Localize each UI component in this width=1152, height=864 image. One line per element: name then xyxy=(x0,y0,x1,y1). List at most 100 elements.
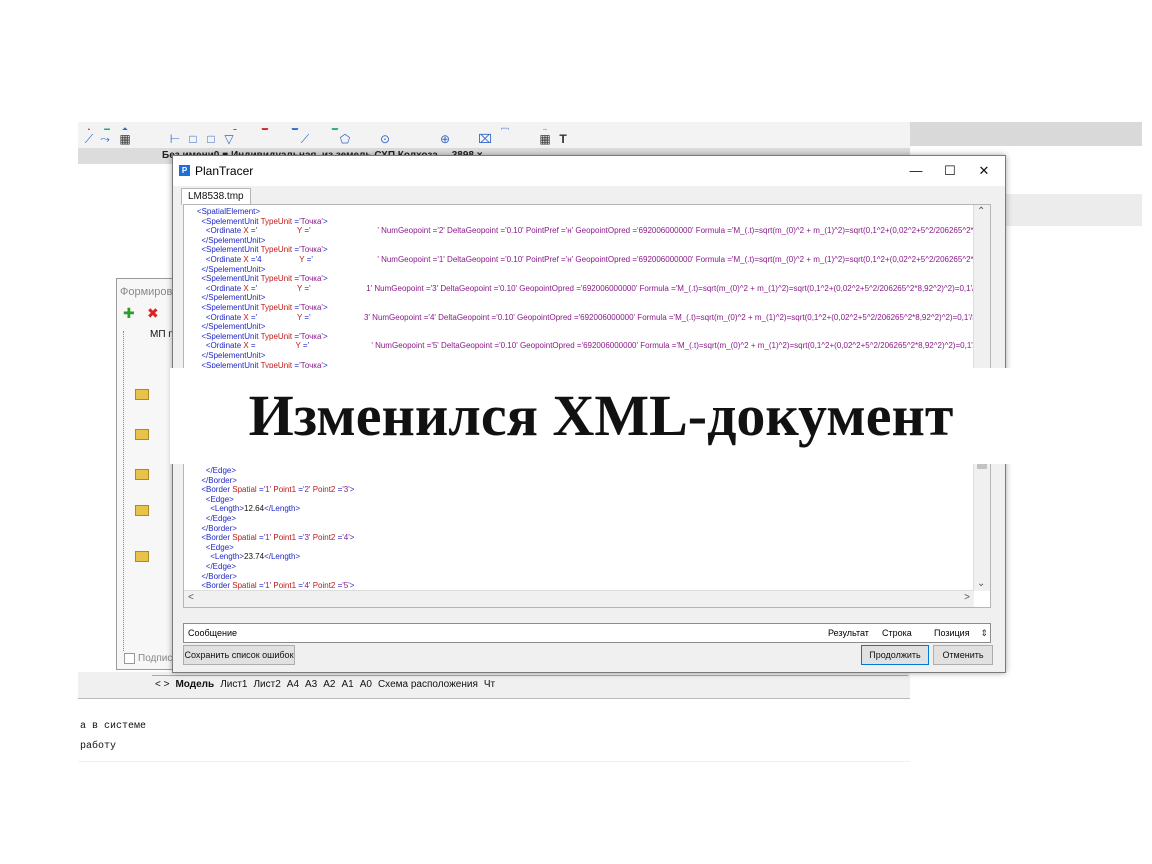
xml-token: =' xyxy=(302,226,378,236)
tab-sheet1[interactable]: Лист1 xyxy=(217,676,250,694)
checkbox-box[interactable] xyxy=(124,653,135,664)
messages-scroll-icon[interactable]: ⇕ xyxy=(980,624,988,642)
tab-layout-scheme[interactable]: Схема расположения xyxy=(375,676,481,694)
scroll-left-icon[interactable]: < xyxy=(188,593,194,603)
xml-indent xyxy=(188,217,201,226)
delete-icon[interactable]: ✖ xyxy=(147,305,159,322)
tab-truncated[interactable]: Чт xyxy=(481,676,498,694)
xml-indent xyxy=(188,572,201,581)
xml-token: ' NumGeopoint ='2' DeltaGeopoint ='0.10'… xyxy=(377,226,978,236)
continue-button[interactable]: Продолжить xyxy=(861,645,929,665)
xml-token: > xyxy=(322,274,328,284)
col-position[interactable]: Позиция xyxy=(934,624,970,642)
xml-indent xyxy=(188,485,201,494)
scroll-right-icon[interactable]: > xyxy=(964,593,970,603)
minimize-button[interactable]: — xyxy=(901,160,931,182)
xml-token: </Edge> xyxy=(205,561,237,571)
folder-icon[interactable] xyxy=(135,429,149,440)
tool-icon[interactable]: ⊕ xyxy=(438,132,452,146)
tab-a1[interactable]: A1 xyxy=(338,676,356,694)
maximize-button[interactable]: ☐ xyxy=(935,160,965,182)
xml-token: =' xyxy=(300,341,372,351)
xml-token: ' NumGeopoint ='1' DeltaGeopoint ='0.10'… xyxy=(377,254,978,264)
add-icon[interactable]: ✚ xyxy=(123,305,135,322)
tab-a2[interactable]: A2 xyxy=(320,676,338,694)
tool-icon[interactable]: ▦ xyxy=(538,132,552,146)
tab-model[interactable]: Модель xyxy=(172,676,217,694)
tab-a0[interactable]: A0 xyxy=(357,676,375,694)
command-line[interactable]: а в системе работу xyxy=(78,698,910,761)
cancel-button[interactable]: Отменить xyxy=(933,645,993,665)
xml-token: </Border> xyxy=(201,523,237,533)
tab-a3[interactable]: A3 xyxy=(302,676,320,694)
window-title: PlanTracer xyxy=(195,164,254,178)
xml-token: Spatial xyxy=(232,533,257,543)
xml-token: 'Точка' xyxy=(299,331,323,341)
xml-indent xyxy=(188,207,197,216)
xml-line: <Ordinate X =' Y =' ' NumGeopoint ='2' D… xyxy=(188,226,978,236)
tab-file[interactable]: LM8538.tmp xyxy=(181,188,251,205)
tool-icon[interactable]: □ xyxy=(204,132,218,146)
xml-indent xyxy=(188,236,201,245)
xml-token: Point2 xyxy=(310,533,336,543)
folder-icon[interactable] xyxy=(135,505,149,516)
xml-token: TypeUnit xyxy=(260,274,293,284)
tool-icon[interactable]: ▽ xyxy=(222,132,236,146)
folder-icon[interactable] xyxy=(135,389,149,400)
xml-indent xyxy=(188,313,206,322)
xml-token: <Length> xyxy=(210,504,245,514)
scroll-down-icon[interactable]: ⌄ xyxy=(977,579,985,589)
save-errors-button[interactable]: Сохранить список ошибок xyxy=(183,645,295,665)
xml-token: '4' xyxy=(342,533,350,543)
tabs-nav-arrows[interactable]: < > xyxy=(152,676,172,694)
xml-token: = xyxy=(296,485,303,495)
xml-line: </SpelementUnit> xyxy=(188,265,978,275)
xml-token: <Border xyxy=(201,581,233,591)
xml-token: > xyxy=(322,216,328,226)
grid-tool-icon[interactable]: ▦ xyxy=(118,132,132,146)
xml-token: ='4 xyxy=(248,254,300,264)
xml-token: > xyxy=(322,331,328,341)
tool-icon[interactable]: ⊙ xyxy=(378,132,392,146)
folder-icon[interactable] xyxy=(135,551,149,562)
tool-icon[interactable]: ⌧ xyxy=(478,132,492,146)
xml-token: Point2 xyxy=(310,581,336,591)
xml-token: </SpelementUnit> xyxy=(201,235,266,245)
tab-a4[interactable]: A4 xyxy=(284,676,302,694)
col-line[interactable]: Строка xyxy=(882,624,912,642)
col-message[interactable]: Сообщение xyxy=(188,624,237,642)
xml-token: <SpelementUnit xyxy=(201,331,261,341)
xml-indent xyxy=(188,332,201,341)
tool-icon[interactable]: ⊢ xyxy=(168,132,182,146)
title-bar[interactable]: P PlanTracer — ☐ ✕ xyxy=(173,156,1005,186)
xml-indent xyxy=(188,284,206,293)
xml-indent xyxy=(188,274,201,283)
tool-icon[interactable]: □ xyxy=(186,132,200,146)
xml-token: '1' xyxy=(263,485,272,495)
xml-line: <Border Spatial ='1' Point1 ='2' Point2 … xyxy=(188,485,978,495)
xml-indent xyxy=(188,524,201,533)
tab-sheet2[interactable]: Лист2 xyxy=(250,676,283,694)
tool-icon[interactable]: ⬠ xyxy=(338,132,352,146)
xml-token: 3' NumGeopoint ='4' DeltaGeopoint ='0.10… xyxy=(363,312,977,322)
overlay-caption: Изменился XML-документ xyxy=(248,383,954,448)
col-result[interactable]: Результат xyxy=(828,624,869,642)
xml-indent xyxy=(188,504,210,513)
xml-token: TypeUnit xyxy=(260,245,293,255)
xml-indent xyxy=(188,552,210,561)
xml-token: = xyxy=(296,533,303,543)
close-button[interactable]: ✕ xyxy=(969,160,999,182)
horizontal-scrollbar[interactable]: < > xyxy=(184,590,974,607)
line-tool-icon[interactable]: ⟋ xyxy=(82,132,96,146)
xml-line: <Border Spatial ='1' Point1 ='3' Point2 … xyxy=(188,533,978,543)
xml-token: TypeUnit xyxy=(260,331,293,341)
polyline-tool-icon[interactable]: ⤳ xyxy=(98,132,112,146)
tool-icon[interactable]: ⟋ xyxy=(298,132,312,146)
folder-icon[interactable] xyxy=(135,469,149,480)
xml-indent xyxy=(188,581,201,590)
scroll-up-icon[interactable]: ⌃ xyxy=(977,207,985,217)
form-panel-title: Формиров xyxy=(120,286,173,298)
xml-token: TypeUnit xyxy=(260,302,293,312)
text-tool-icon[interactable]: T xyxy=(556,132,570,146)
xml-token: = xyxy=(296,581,303,591)
